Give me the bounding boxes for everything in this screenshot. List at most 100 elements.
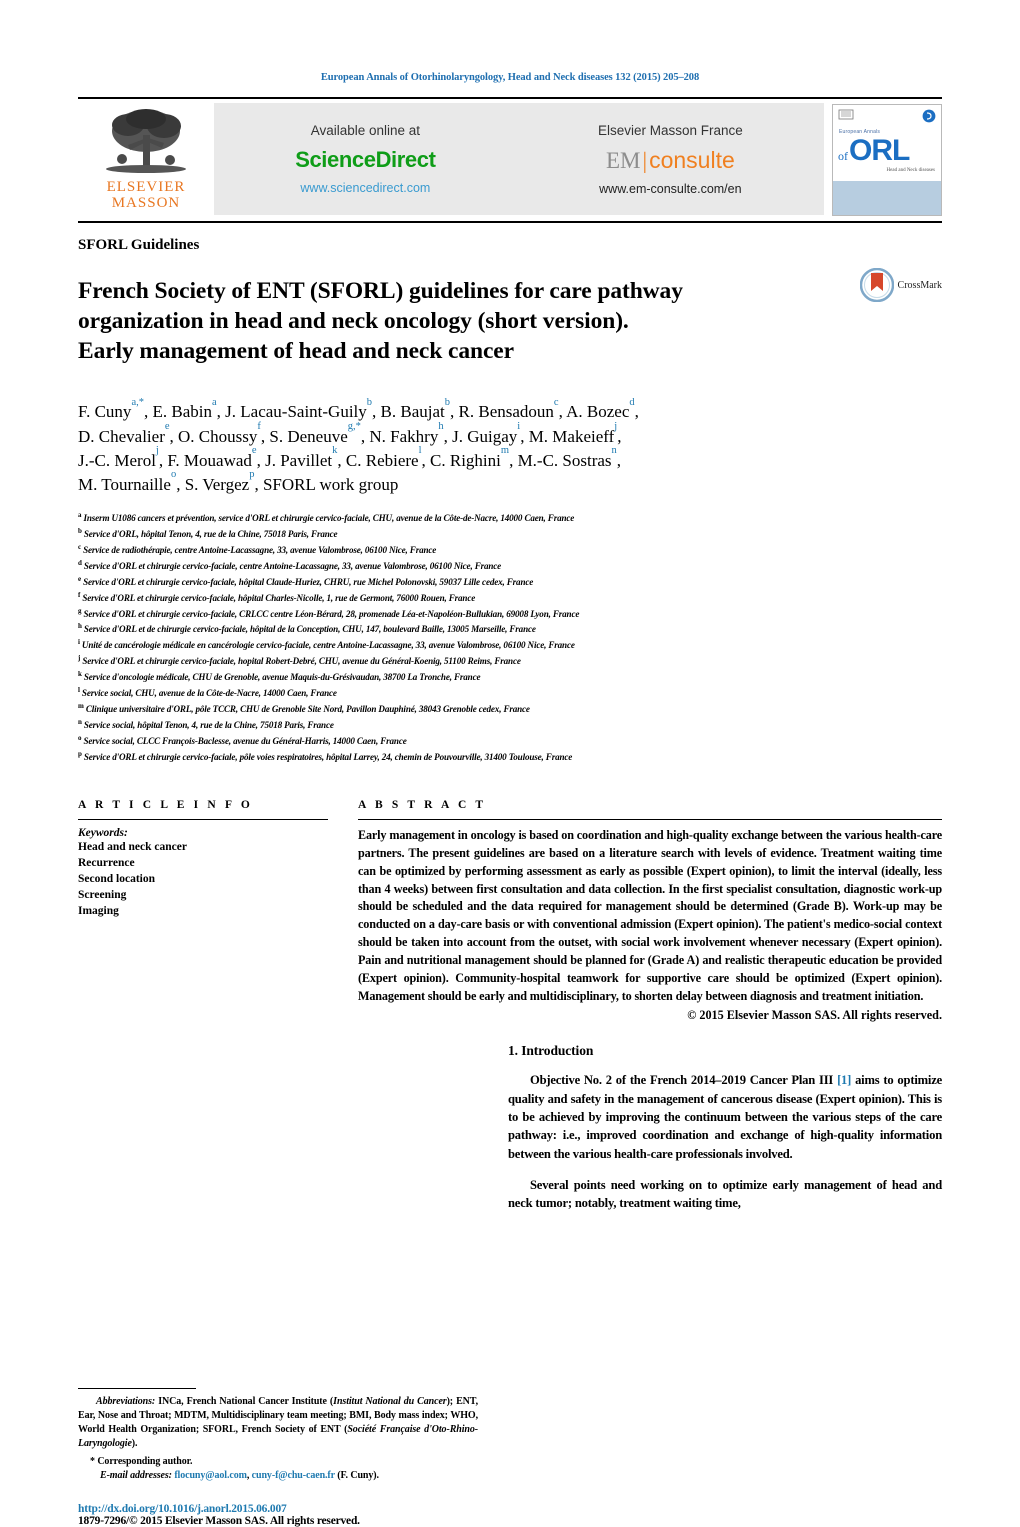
page-title: French Society of ENT (SFORL) guidelines… — [78, 276, 832, 367]
email-note: E-mail addresses: flocuny@aol.com, cuny-… — [78, 1469, 478, 1483]
sciencedirect-url[interactable]: www.sciencedirect.com — [295, 181, 435, 195]
affiliation-text: Service de radiothérapie, centre Antoine… — [83, 544, 437, 555]
affiliation-text: Service social, CLCC François-Baclesse, … — [83, 736, 407, 747]
crossmark-label: CrossMark — [897, 279, 942, 291]
sciencedirect-wordmark: ScienceDirect — [295, 147, 436, 172]
affiliation-item: k Service d'oncologie médicale, CHU de G… — [78, 670, 481, 683]
affiliation-item: j Service d'ORL et chirurgie cervico-fac… — [78, 654, 521, 667]
footnote-divider — [78, 1387, 196, 1389]
journal-masthead: ELSEVIER MASSON Available online at Scie… — [78, 97, 942, 223]
footnotes-block: Abbreviations: INCa, French National Can… — [78, 1387, 478, 1527]
affiliation-item: f Service d'ORL et chirurgie cervico-fac… — [78, 590, 476, 603]
affiliation-text: Inserm U1086 cancers et prévention, serv… — [83, 512, 575, 523]
affiliation-text: Service d'ORL et chirurgie cervico-facia… — [83, 560, 502, 571]
info-abstract-block: A R T I C L E I N F O Keywords: Head and… — [78, 799, 942, 1023]
email-label: E-mail addresses: — [100, 1469, 172, 1481]
affiliation-item: e Service d'ORL et chirurgie cervico-fac… — [78, 574, 534, 587]
title-row: French Society of ENT (SFORL) guidelines… — [78, 260, 942, 382]
email-link-2[interactable]: cuny-f@chu-caen.fr — [252, 1470, 335, 1481]
affiliation-item: p Service d'ORL et chirurgie cervico-fac… — [78, 749, 573, 762]
issn-copyright-line: 1879-7296/© 2015 Elsevier Masson SAS. Al… — [78, 1514, 360, 1527]
body-area: Abbreviations: INCa, French National Can… — [78, 1043, 942, 1527]
cover-color-band — [833, 181, 941, 215]
keywords-label: Keywords: — [78, 826, 128, 839]
affiliation-item: m Clinique universitaire d'ORL, pôle TCC… — [78, 702, 530, 715]
abbreviations-italic1: Institut National du Cancer — [333, 1395, 447, 1407]
keyword-item: Screening — [78, 889, 127, 902]
journal-cover-thumbnail: European Annals of ORL Head and Neck dis… — [832, 104, 942, 216]
crossmark-badge[interactable]: CrossMark — [832, 260, 942, 302]
article-info-heading: A R T I C L E I N F O — [78, 798, 253, 811]
abbreviations-footnote: Abbreviations: INCa, French National Can… — [78, 1395, 478, 1451]
cover-of-word: of — [838, 149, 848, 163]
author-list: F. Cunya,*, E. Babina, J. Lacau-Saint-Gu… — [78, 397, 942, 497]
title-line-2: organization in head and neck oncology (… — [78, 308, 629, 335]
email-link-1[interactable]: flocuny@aol.com — [174, 1470, 247, 1481]
available-online-label: Available online at — [310, 123, 421, 138]
affiliation-item: g Service d'ORL et chirurgie cervico-fac… — [78, 606, 580, 619]
affiliation-text: Service d'ORL et chirurgie cervico-facia… — [83, 576, 534, 587]
elsevier-circle-icon — [922, 109, 936, 123]
affiliation-text: Service social, CHU, avenue de la Côte-d… — [81, 688, 337, 699]
affiliation-item: d Service d'ORL et chirurgie cervico-fac… — [78, 558, 502, 571]
corresponding-author-note: * Corresponding author. — [78, 1455, 478, 1469]
emconsulte-url[interactable]: www.em-consulte.com/en — [598, 182, 743, 196]
crossmark-icon — [859, 268, 894, 302]
keyword-item: Head and neck cancer — [78, 840, 187, 853]
left-column: Abbreviations: INCa, French National Can… — [78, 1043, 478, 1527]
emconsulte-suffix: consulte — [649, 146, 735, 173]
title-line-1: French Society of ENT (SFORL) guidelines… — [78, 277, 683, 304]
article-section-label: SFORL Guidelines — [78, 237, 200, 253]
publisher-crest-icon — [838, 109, 854, 120]
right-column: 1. Introduction Objective No. 2 of the F… — [508, 1043, 942, 1225]
affiliation-text: Service d'ORL et chirurgie cervico-facia… — [83, 752, 573, 762]
abstract-text: Early management in oncology is based on… — [358, 827, 942, 1003]
introduction-paragraph-2: Several points need working on to optimi… — [508, 1177, 942, 1211]
cover-subtitle: Head and Neck diseases — [886, 168, 935, 173]
abstract-divider — [358, 818, 942, 820]
introduction-paragraph-1: Objective No. 2 of the French 2014–2019 … — [508, 1071, 942, 1163]
keyword-item: Second location — [78, 873, 155, 886]
affiliation-item: a Inserm U1086 cancers et prévention, se… — [78, 510, 575, 523]
affiliation-list: a Inserm U1086 cancers et prévention, se… — [78, 510, 942, 765]
affiliation-text: Service d'ORL, hôpital Tenon, 4, rue de … — [83, 528, 338, 539]
elsevier-wordmark-line1: ELSEVIER — [106, 179, 186, 195]
keyword-item: Recurrence — [78, 857, 135, 869]
article-info-column: A R T I C L E I N F O Keywords: Head and… — [78, 799, 328, 1023]
affiliation-item: b Service d'ORL, hôpital Tenon, 4, rue d… — [78, 526, 338, 539]
email-suffix: (F. Cuny). — [334, 1469, 379, 1481]
elsevier-masson-logo: ELSEVIER MASSON — [78, 99, 214, 221]
doi-link[interactable]: http://dx.doi.org/10.1016/j.anorl.2015.0… — [78, 1503, 478, 1515]
elsevier-masson-france-label: Elsevier Masson France — [597, 122, 743, 138]
introduction-heading: 1. Introduction — [508, 1042, 594, 1058]
doi-block: http://dx.doi.org/10.1016/j.anorl.2015.0… — [78, 1503, 478, 1527]
affiliation-item: h Service d'ORL et de chirurgie cervico-… — [78, 622, 536, 635]
article-page: European Annals of Otorhinolaryngology, … — [0, 0, 1020, 1527]
title-line-3: Early management of head and neck cancer — [78, 338, 514, 365]
running-head: European Annals of Otorhinolaryngology, … — [320, 72, 700, 83]
affiliation-text: Service d'ORL et de chirurgie cervico-fa… — [83, 624, 536, 635]
affiliation-text: Service d'oncologie médicale, CHU de Gre… — [83, 672, 481, 683]
sciencedirect-block: Available online at ScienceDirect www.sc… — [285, 123, 445, 195]
affiliation-item: c Service de radiothérapie, centre Antoi… — [78, 542, 437, 555]
abbreviations-part3: ). — [131, 1437, 138, 1449]
affiliation-item: o Service social, CLCC François-Baclesse… — [78, 734, 407, 747]
abstract-heading: A B S T R A C T — [358, 798, 487, 811]
keyword-item: Imaging — [78, 905, 119, 918]
abstract-copyright: © 2015 Elsevier Masson SAS. All rights r… — [687, 1007, 942, 1022]
emconsulte-block: Elsevier Masson France EM | consulte www.e… — [588, 123, 753, 196]
cover-orl-letters: ORL — [849, 134, 910, 167]
intro-p1-before: Objective No. 2 of the French 2014–2019 … — [530, 1073, 838, 1088]
elsevier-tree-icon — [106, 109, 186, 173]
emconsulte-divider-icon: | — [642, 147, 648, 173]
emconsulte-wordmark: EM | consulte — [606, 147, 735, 174]
abbreviations-part1: INCa, French National Cancer Institute ( — [155, 1395, 334, 1407]
affiliation-text: Unité de cancérologie médicale en cancér… — [81, 640, 575, 651]
abbreviations-label: Abbreviations: — [96, 1395, 156, 1407]
article-info-divider — [78, 818, 328, 820]
elsevier-wordmark-line2: MASSON — [111, 194, 181, 211]
affiliation-item: n Service social, hôpital Tenon, 4, rue … — [78, 718, 334, 731]
reference-link-1[interactable]: [1] — [837, 1073, 851, 1087]
affiliation-text: Service social, hôpital Tenon, 4, rue de… — [83, 720, 334, 731]
online-availability-banner: Available online at ScienceDirect www.sc… — [214, 103, 824, 215]
